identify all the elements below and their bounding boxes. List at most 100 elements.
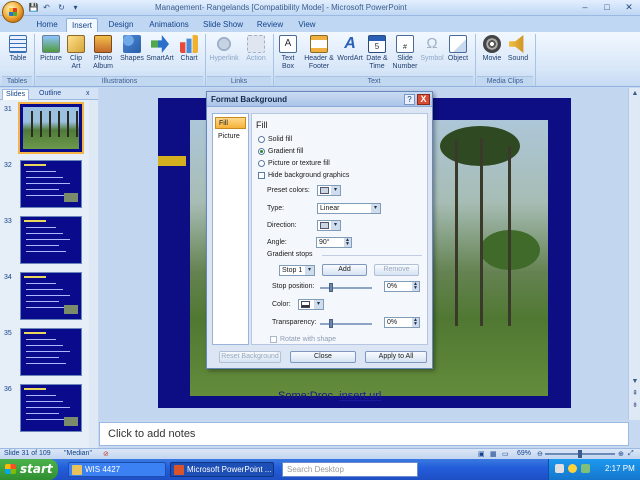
fit-window-icon[interactable]: ⤢ (628, 450, 634, 458)
tree-trunk (455, 140, 458, 326)
start-button[interactable]: start (0, 459, 58, 480)
tab-insert[interactable]: Insert (66, 18, 98, 32)
remove-stop-button[interactable]: Remove (374, 264, 419, 276)
taskbar-item-powerpoint[interactable]: Microsoft PowerPoint ... (170, 462, 274, 477)
next-slide-icon[interactable]: ⇟ (631, 402, 639, 410)
tray-icon[interactable] (568, 464, 577, 473)
picture-texture-fill-radio[interactable] (258, 160, 265, 167)
slide-show-icon[interactable]: ▭ (502, 450, 509, 458)
panel-close-icon[interactable]: x (86, 89, 90, 100)
normal-view-icon[interactable]: ▣ (478, 450, 485, 458)
desktop-search-input[interactable]: Search Desktop (282, 462, 418, 477)
tab-design[interactable]: Design (102, 18, 140, 32)
caption-link[interactable]: insert.url (339, 390, 381, 402)
clock[interactable]: 2:17 PM (605, 464, 635, 473)
tab-home[interactable]: Home (30, 18, 64, 32)
minimize-button[interactable]: – (574, 1, 596, 14)
transparency-thumb[interactable] (329, 319, 333, 328)
slide-thumbnail[interactable] (20, 328, 82, 376)
zoom-in-icon[interactable]: ⊕ (618, 450, 624, 458)
zoom-level[interactable]: 69% (517, 450, 531, 457)
preset-colors-dropdown[interactable]: ▾ (317, 185, 341, 196)
clip-art-button[interactable]: Clip Art (65, 35, 87, 71)
maximize-button[interactable]: □ (596, 1, 618, 14)
taskbar-item-folder[interactable]: WIS 4427 (68, 462, 166, 477)
stop-position-thumb[interactable] (329, 283, 333, 292)
symbol-button[interactable]: Ω Symbol (420, 35, 444, 63)
add-stop-button[interactable]: Add (322, 264, 367, 276)
slide-number-button[interactable]: # Slide Number (390, 35, 420, 71)
solid-fill-radio[interactable] (258, 136, 265, 143)
picture-button[interactable]: Picture (37, 35, 65, 63)
photo-album-button[interactable]: Photo Album (88, 35, 118, 71)
action-button[interactable]: Action (241, 35, 271, 63)
slide-thumbnail[interactable] (18, 102, 84, 154)
zoom-out-icon[interactable]: ⊖ (537, 450, 543, 458)
thumbnail-text-line (26, 339, 56, 340)
previous-slide-icon[interactable]: ⇞ (631, 390, 639, 398)
category-fill[interactable]: Fill (215, 117, 246, 129)
redo-icon[interactable]: ↻ (56, 3, 67, 13)
text-box-button[interactable]: A Text Box (275, 35, 301, 71)
stop-position-slider[interactable] (320, 287, 372, 289)
notes-pane[interactable]: Click to add notes (99, 422, 629, 446)
close-window-button[interactable]: ✕ (618, 1, 640, 14)
slide-thumbnail[interactable] (20, 272, 82, 320)
movie-button[interactable]: Movie (478, 35, 506, 63)
direction-dropdown[interactable]: ▾ (317, 220, 341, 231)
spell-check-icon[interactable]: ⊘ (103, 450, 109, 458)
tab-animations[interactable]: Animations (144, 18, 194, 32)
slide-thumbnail[interactable] (20, 216, 82, 264)
shapes-button[interactable]: Shapes (119, 35, 145, 63)
slide-scrollbar[interactable]: ▲ ▼ ⇞ ⇟ (628, 88, 640, 420)
gradient-fill-radio[interactable] (258, 148, 265, 155)
scroll-up-icon[interactable]: ▲ (631, 90, 639, 98)
tab-review[interactable]: Review (252, 18, 288, 32)
smartart-button[interactable]: SmartArt (145, 35, 175, 63)
customize-qat-icon[interactable]: ▾ (70, 3, 81, 13)
table-button[interactable]: Table (5, 35, 31, 63)
header-footer-button[interactable]: Header & Footer (302, 35, 336, 71)
panel-scrollbar[interactable] (89, 100, 98, 450)
transparency-slider[interactable] (320, 323, 372, 325)
angle-spinner[interactable]: 90° ▲ ▼ (316, 237, 352, 248)
color-picker-dropdown[interactable]: ▾ (298, 299, 324, 310)
office-button[interactable] (2, 1, 24, 23)
apply-to-all-button[interactable]: Apply to All (365, 351, 427, 363)
help-icon[interactable]: ? (404, 94, 415, 105)
zoom-slider-thumb[interactable] (578, 450, 582, 458)
wordart-button[interactable]: A WordArt (336, 35, 364, 63)
sound-button[interactable]: Sound (506, 35, 530, 63)
save-icon[interactable]: 💾 (28, 3, 39, 13)
hide-background-graphics-checkbox[interactable] (258, 172, 265, 179)
slide-thumbnail[interactable] (20, 384, 82, 432)
slide-thumbnail[interactable] (20, 160, 82, 208)
close-button[interactable]: Close (290, 351, 356, 363)
tray-icon[interactable] (581, 464, 590, 473)
stop-position-spinner[interactable]: 0% ▲ ▼ (384, 281, 420, 292)
dialog-title-bar[interactable]: Format Background ? X (207, 92, 432, 107)
type-dropdown[interactable]: Linear ▾ (317, 203, 381, 214)
hyperlink-button[interactable]: Hyperlink (207, 35, 241, 63)
table-icon (9, 35, 27, 53)
thumbnail-image (64, 193, 78, 202)
rotate-with-shape-checkbox[interactable] (270, 336, 277, 343)
tab-slides[interactable]: Slides (2, 89, 30, 100)
reset-background-button[interactable]: Reset Background (219, 351, 281, 363)
thumbnail-text-line (26, 289, 63, 290)
dialog-fill-panel: Fill Solid fill Gradient fill Picture or… (251, 113, 428, 345)
object-button[interactable]: Object (445, 35, 471, 63)
gradient-stop-dropdown[interactable]: Stop 1 ▾ (279, 265, 315, 276)
transparency-spinner[interactable]: 0% ▲ ▼ (384, 317, 420, 328)
tray-icon[interactable] (555, 464, 564, 473)
tab-outline[interactable]: Outline (36, 89, 64, 100)
undo-icon[interactable]: ↶ (41, 3, 52, 13)
chart-button[interactable]: Chart (176, 35, 202, 63)
slide-sorter-icon[interactable]: ▦ (490, 450, 497, 458)
date-time-button[interactable]: 5 Date & Time (364, 35, 390, 71)
dialog-close-icon[interactable]: X (417, 94, 430, 105)
scroll-down-icon[interactable]: ▼ (631, 378, 639, 386)
category-picture[interactable]: Picture (215, 131, 246, 143)
tab-slide-show[interactable]: Slide Show (198, 18, 248, 32)
tab-view[interactable]: View (292, 18, 322, 32)
